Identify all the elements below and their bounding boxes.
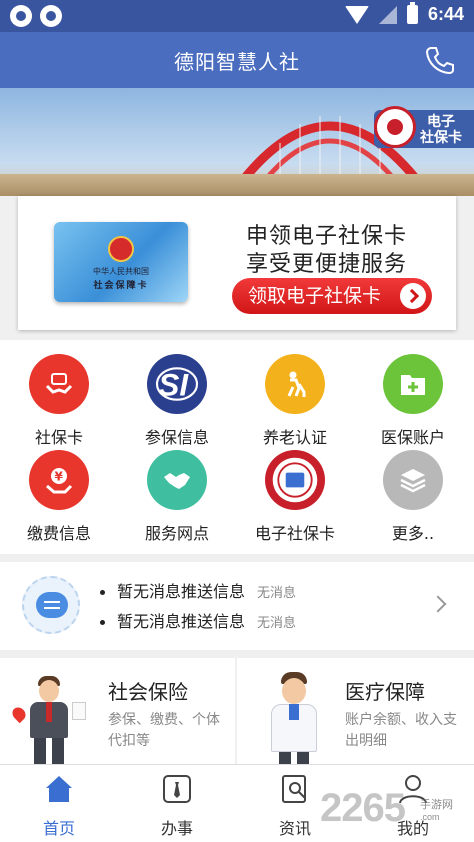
- watermark-domain: .com: [420, 812, 440, 822]
- grid-item-social-card[interactable]: 社保卡: [0, 340, 118, 447]
- grid-item-e-social-card[interactable]: 电子社保卡: [236, 436, 354, 543]
- message-text: 暂无消息推送信息: [117, 582, 246, 601]
- social-security-logo-icon: [374, 106, 416, 148]
- si-logo-icon: SI: [147, 354, 207, 414]
- national-emblem-icon: [108, 236, 134, 262]
- app-header: 德阳智慧人社: [0, 32, 474, 88]
- promo-subheadline: 享受更便捷服务: [246, 252, 408, 277]
- nav-label: 首页: [42, 819, 75, 838]
- notification-icon: [10, 5, 32, 27]
- grid-item-medical-account[interactable]: 医保账户: [354, 340, 472, 447]
- phone-icon: [425, 47, 454, 75]
- layers-icon: [383, 450, 443, 510]
- phone-button[interactable]: [424, 44, 456, 76]
- medical-folder-icon: [383, 354, 443, 414]
- tie-card-icon: [163, 775, 191, 803]
- get-e-card-button[interactable]: 领取电子社保卡: [232, 278, 432, 314]
- notification-icons: [10, 5, 62, 27]
- list-item[interactable]: 暂无消息推送信息 无消息: [100, 608, 296, 632]
- service-cards: 社会保险 参保、缴费、个体代扣等 医疗保障 账户余额、收入支出明细: [0, 658, 474, 764]
- grid-label: 电子社保卡: [254, 524, 335, 543]
- message-tag: 无消息: [257, 616, 297, 631]
- doctor-illustration: [259, 672, 329, 764]
- bullet: [100, 620, 105, 625]
- list-item[interactable]: 暂无消息推送信息 无消息: [100, 578, 296, 602]
- badge-line-2: 社保卡: [420, 130, 462, 146]
- grid-label: 服务网点: [144, 524, 209, 543]
- badge-line-1: 电子: [427, 114, 455, 130]
- message-panel[interactable]: 暂无消息推送信息 无消息 暂无消息推送信息 无消息: [0, 562, 474, 650]
- status-bar: 6:44: [0, 0, 474, 32]
- elderly-person-icon: [265, 354, 325, 414]
- chevron-right-icon[interactable]: [429, 595, 447, 613]
- nav-label: 办事: [160, 819, 193, 838]
- chevron-right-icon: [400, 283, 426, 309]
- card-caption: 中华人民共和国: [93, 267, 149, 276]
- battery-icon: [406, 2, 418, 24]
- get-e-card-button-label: 领取电子社保卡: [248, 285, 382, 307]
- grid-label: 更多..: [391, 524, 435, 543]
- e-card-badge-text: 电子 社保卡: [414, 114, 468, 146]
- handshake-icon: [147, 450, 207, 510]
- svg-text:¥: ¥: [55, 470, 64, 484]
- service-title: 医疗保障: [345, 680, 425, 704]
- grid-item-insurance-info[interactable]: SI 参保信息: [118, 340, 236, 447]
- search-doc-icon: [282, 775, 306, 803]
- page-title: 德阳智慧人社: [174, 50, 300, 74]
- social-security-card-icon: [265, 450, 325, 510]
- message-text: 暂无消息推送信息: [117, 612, 246, 631]
- hands-card-icon: [29, 354, 89, 414]
- businessman-illustration: [9, 676, 88, 764]
- medical-security-card[interactable]: 医疗保障 账户余额、收入支出明细: [237, 658, 473, 764]
- nav-home[interactable]: 首页: [0, 765, 118, 842]
- yuan-hand-icon: ¥: [29, 450, 89, 510]
- bullet: [100, 590, 105, 595]
- grid-label: 缴费信息: [26, 524, 91, 543]
- message-tag: 无消息: [257, 586, 297, 601]
- status-time: 6:44: [427, 4, 464, 24]
- card-caption-title: 社会保障卡: [93, 281, 149, 291]
- service-desc: 账户余额、收入支出明细: [345, 712, 457, 749]
- grid-item-pension-auth[interactable]: 养老认证: [236, 340, 354, 447]
- notification-icon: [40, 5, 62, 27]
- signal-icon: [378, 5, 397, 24]
- social-security-card-image: 中华人民共和国 社会保障卡: [54, 222, 188, 302]
- function-grid: 社保卡 SI 参保信息 养老认证 医保账户 ¥ 缴费信息 服务网点 电子社保卡: [0, 340, 474, 554]
- grid-item-more[interactable]: 更多..: [354, 436, 472, 543]
- message-bubble-icon: [22, 576, 80, 634]
- ground: [0, 174, 474, 196]
- service-title: 社会保险: [108, 680, 188, 704]
- nav-affairs[interactable]: 办事: [118, 765, 236, 842]
- e-card-promo[interactable]: 中华人民共和国 社会保障卡 申领电子社保卡 享受更便捷服务 领取电子社保卡: [18, 196, 456, 330]
- grid-item-service-outlets[interactable]: 服务网点: [118, 436, 236, 543]
- service-desc: 参保、缴费、个体代扣等: [108, 712, 220, 749]
- wifi-icon: [344, 5, 369, 24]
- social-insurance-card[interactable]: 社会保险 参保、缴费、个体代扣等: [0, 658, 236, 764]
- banner-image[interactable]: 电子 社保卡: [0, 88, 474, 196]
- home-icon: [46, 776, 72, 802]
- grid-item-payment-info[interactable]: ¥ 缴费信息: [0, 436, 118, 543]
- watermark-sub: 手游网: [420, 798, 453, 811]
- watermark: 2265: [320, 786, 406, 830]
